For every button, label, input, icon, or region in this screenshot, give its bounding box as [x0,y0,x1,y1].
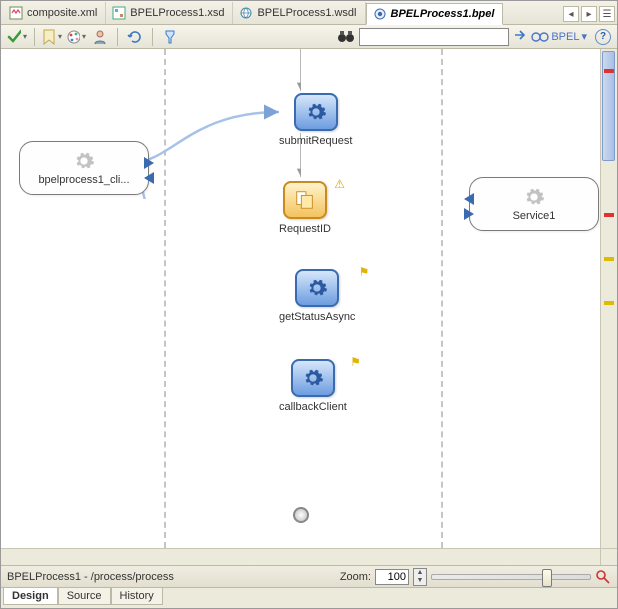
lane-partners-right [443,49,600,548]
search-group: BPEL▾ ? [337,28,611,46]
binoculars-icon[interactable] [337,28,355,46]
editor-toolbar: BPEL▾ ? [1,25,617,49]
help-button[interactable]: ? [595,29,611,45]
tab-wsdl[interactable]: BPELProcess1.wsdl [233,2,365,24]
tab-bpel[interactable]: BPELProcess1.bpel [366,3,504,25]
zoom-spinner[interactable]: ▲▼ [413,568,427,586]
port-out-icon[interactable] [144,157,154,169]
assign-icon [283,181,327,219]
zoom-input[interactable] [375,569,409,585]
partner-label: Service1 [513,210,556,222]
activity-label: callbackClient [279,401,347,413]
refresh-button[interactable] [125,27,145,47]
tab-composite-xml[interactable]: composite.xml [3,2,106,24]
xml-icon [9,6,23,20]
activity-callbackclient[interactable]: ⚑ callbackClient [279,359,347,413]
palette-button[interactable] [66,27,86,47]
tab-label: BPELProcess1.bpel [391,8,495,20]
activity-label: RequestID [279,223,331,235]
invoke-icon [291,359,335,397]
invoke-icon [295,269,339,307]
horizontal-scrollbar[interactable] [1,548,600,565]
breakpoint-flag-icon: ⚑ [359,265,370,279]
breadcrumb[interactable]: BPELProcess1 - /process/process [7,571,174,583]
person-button[interactable] [90,27,110,47]
lane-partners-left [1,49,166,548]
test-button[interactable] [160,27,180,47]
zoom-slider[interactable] [431,574,591,580]
tab-label: BPELProcess1.xsd [130,7,224,19]
end-node-icon [293,507,309,523]
gear-icon [523,186,545,208]
partner-label: bpelprocess1_cli... [38,174,129,186]
activity-label: getStatusAsync [279,311,355,323]
tab-label: BPELProcess1.wsdl [257,7,356,19]
activity-submitrequest[interactable]: submitRequest [279,93,352,147]
footer-tab-source[interactable]: Source [58,588,111,605]
port-in-icon[interactable] [464,193,474,205]
status-bar: BPELProcess1 - /process/process Zoom: ▲▼ [1,566,617,588]
partner-link-client[interactable]: bpelprocess1_cli... [19,141,149,195]
overview-markers [604,69,614,345]
tab-controls: ◂ ▸ ☰ [561,4,617,24]
slider-thumb[interactable] [542,569,552,587]
footer-tabbar: Design Source History [1,588,617,608]
invoke-icon [294,93,338,131]
warning-icon: ⚠ [334,177,345,191]
tab-prev-button[interactable]: ◂ [563,6,579,22]
zoom-label: Zoom: [340,571,371,583]
breakpoint-flag-icon: ⚑ [350,355,361,369]
gear-icon [73,150,95,172]
bookmarks-button[interactable] [42,27,62,47]
activity-label: submitRequest [279,135,352,147]
scroll-corner [600,548,617,565]
footer-tab-design[interactable]: Design [3,588,58,605]
zoom-controls: Zoom: ▲▼ [340,568,611,586]
editor-tabbar: composite.xml BPELProcess1.xsd BPELProce… [1,1,617,25]
bpel-mode-label: BPEL [551,31,579,43]
tab-next-button[interactable]: ▸ [581,6,597,22]
bpel-mode-button[interactable]: BPEL▾ [531,30,587,43]
port-out-icon[interactable] [464,208,474,220]
port-in-icon[interactable] [144,172,154,184]
tab-xsd[interactable]: BPELProcess1.xsd [106,2,233,24]
validate-button[interactable] [7,27,27,47]
partner-link-service1[interactable]: Service1 [469,177,599,231]
bpel-icon [373,7,387,21]
wsdl-icon [239,6,253,20]
search-go-icon[interactable] [513,28,527,45]
activity-getstatusasync[interactable]: ⚑ getStatusAsync [279,269,355,323]
design-canvas[interactable]: bpelprocess1_cli... Service1 submitReque… [1,49,617,566]
tab-label: composite.xml [27,7,97,19]
search-input[interactable] [359,28,509,46]
zoom-fit-icon[interactable] [595,569,611,585]
tab-list-button[interactable]: ☰ [599,6,615,22]
activity-requestid[interactable]: ⚠ RequestID [279,181,331,235]
xsd-icon [112,6,126,20]
process-end[interactable] [293,507,309,523]
footer-tab-history[interactable]: History [111,588,163,605]
